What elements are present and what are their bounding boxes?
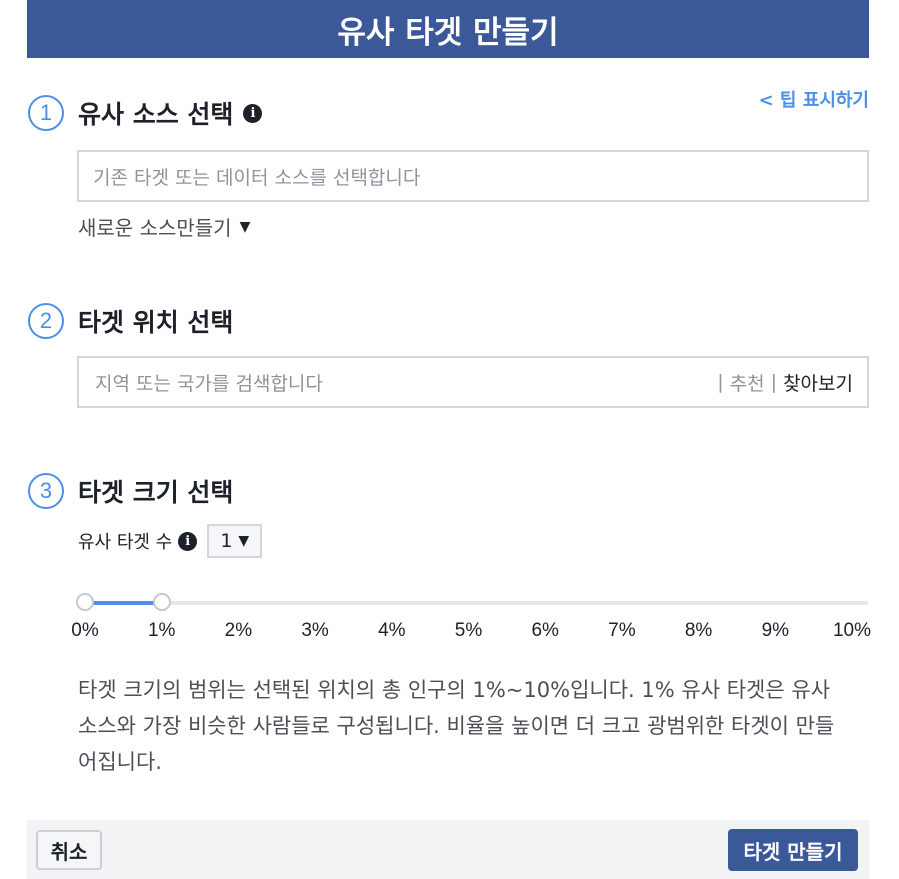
step-2-number: 2 <box>28 303 64 339</box>
separator: | <box>770 371 778 393</box>
dialog-header: 유사 타겟 만들기 <box>27 0 869 58</box>
slider-tick-label: 10% <box>832 620 872 641</box>
slider-end-handle[interactable] <box>152 593 171 611</box>
step-1-title: 유사 소스 선택 i <box>78 96 263 130</box>
lookalike-count-value: 1 <box>220 530 233 552</box>
slider-tick-label: 3% <box>301 620 329 641</box>
lookalike-count-row: 유사 타겟 수 i 1 ▼ <box>78 524 263 558</box>
slider-tick-label: 6% <box>531 620 559 641</box>
browse-link[interactable]: 찾아보기 <box>783 369 853 396</box>
step-1-number: 1 <box>28 95 64 131</box>
show-tips-link[interactable]: < 팁 표시하기 <box>759 86 869 112</box>
step-2-title-text: 타겟 위치 선택 <box>78 308 234 337</box>
source-input[interactable]: 기존 타겟 또는 데이터 소스를 선택합니다 <box>77 150 869 202</box>
slider-tick-label: 0% <box>71 620 99 641</box>
slider-tick-label: 7% <box>608 620 636 641</box>
lookalike-count-label: 유사 타겟 수 <box>78 532 173 553</box>
slider-tick-label: 5% <box>454 620 483 641</box>
step-3-title: 타겟 크기 선택 <box>78 474 233 508</box>
location-input-placeholder: 지역 또는 국가를 검색합니다 <box>95 372 323 395</box>
create-new-source-label: 새로운 소스만들기 <box>78 216 232 240</box>
recommend-link[interactable]: 추천 <box>730 369 765 396</box>
step-3-number: 3 <box>28 473 64 509</box>
location-actions: | 추천 | 찾아보기 <box>711 358 853 406</box>
slider-tick-label: 1% <box>147 620 176 641</box>
slider-tick-label: 8% <box>684 620 713 641</box>
slider-tick-label: 2% <box>224 620 253 641</box>
step-3-title-text: 타겟 크기 선택 <box>78 478 234 507</box>
info-icon[interactable]: i <box>178 531 198 551</box>
dialog-title: 유사 타겟 만들기 <box>337 14 559 51</box>
slider-start-handle[interactable] <box>76 593 94 611</box>
source-input-placeholder: 기존 타겟 또는 데이터 소스를 선택합니다 <box>93 166 421 189</box>
audience-size-slider-track[interactable] <box>80 601 868 605</box>
location-search-input[interactable]: 지역 또는 국가를 검색합니다 | 추천 | 찾아보기 <box>77 356 869 408</box>
create-audience-button[interactable]: 타겟 만들기 <box>728 829 858 871</box>
separator: | <box>717 371 724 393</box>
dialog-footer: 취소 타겟 만들기 <box>27 820 869 879</box>
slider-tick-label: 4% <box>378 620 406 641</box>
step-1-title-text: 유사 소스 선택 <box>78 100 234 129</box>
info-icon[interactable]: i <box>243 103 263 123</box>
lookalike-count-select[interactable]: 1 ▼ <box>207 524 263 558</box>
slider-tick-label: 9% <box>761 620 790 641</box>
caret-down-icon: ▼ <box>239 218 251 235</box>
audience-size-description: 타겟 크기의 범위는 선택된 위치의 총 인구의 1%~10%입니다. 1% 유… <box>78 678 835 774</box>
caret-down-icon: ▼ <box>238 533 250 549</box>
step-2-title: 타겟 위치 선택 <box>78 304 233 338</box>
create-new-source-dropdown[interactable]: 새로운 소스만들기 ▼ <box>78 212 250 241</box>
cancel-button[interactable]: 취소 <box>36 830 102 870</box>
